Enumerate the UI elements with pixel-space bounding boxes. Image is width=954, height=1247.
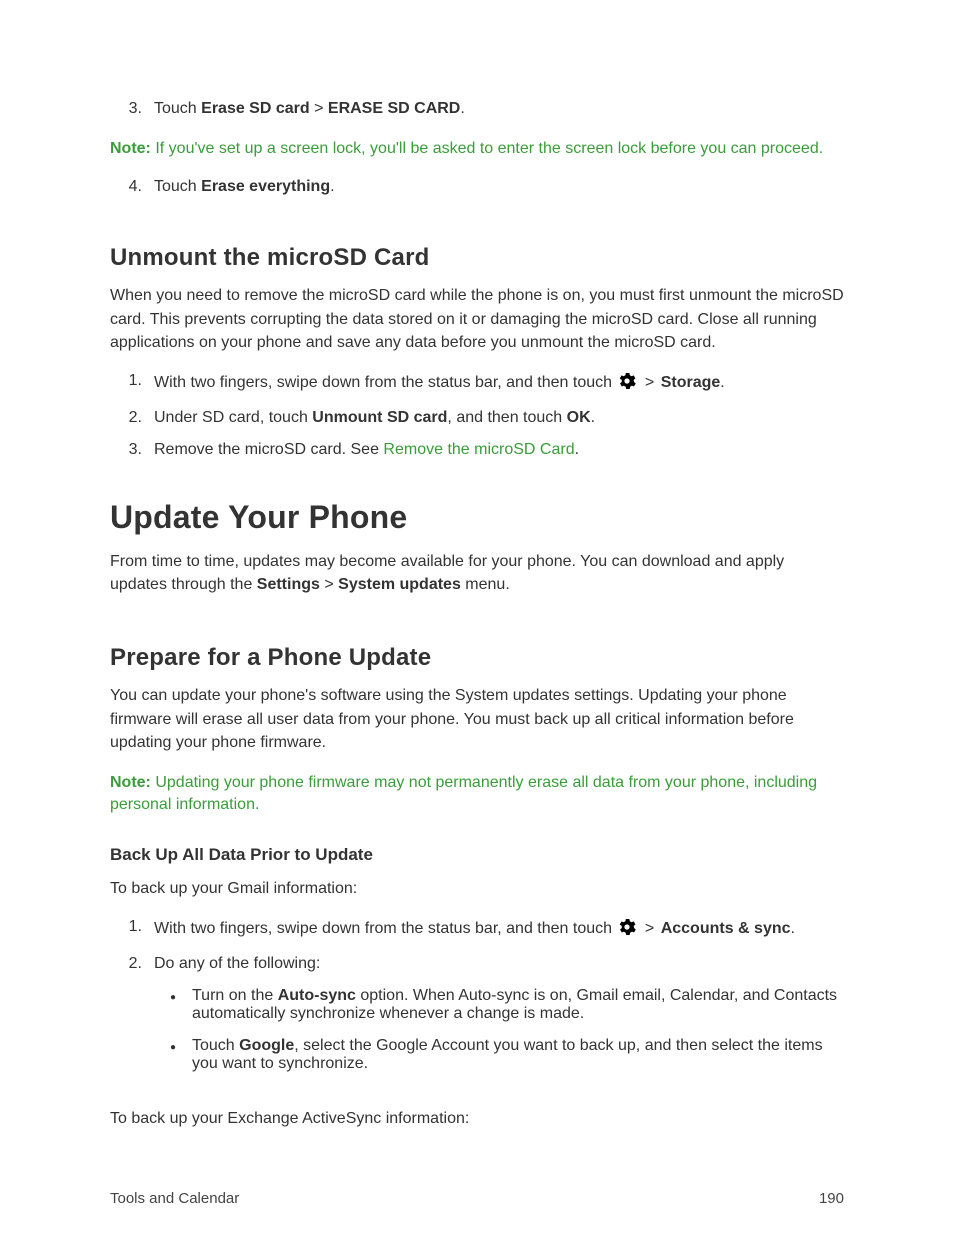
note-label: Note: (110, 140, 151, 157)
list-content: Touch Erase SD card > ERASE SD CARD. (154, 100, 844, 118)
backup-step-1: 1. With two fingers, swipe down from the… (110, 918, 844, 941)
text: With two fingers, swipe down from the st… (154, 920, 616, 937)
text: > (638, 920, 660, 937)
text-bold: Settings (257, 576, 320, 593)
paragraph: When you need to remove the microSD card… (110, 284, 844, 354)
footer-section: Tools and Calendar (110, 1190, 239, 1207)
backup-step-2: 2. Do any of the following: ● Turn on th… (110, 955, 844, 1087)
list-content: With two fingers, swipe down from the st… (154, 372, 844, 395)
list-content: Under SD card, touch Unmount SD card, an… (154, 409, 844, 427)
unmount-step-3: 3. Remove the microSD card. See Remove t… (110, 441, 844, 459)
heading-update-phone: Update Your Phone (110, 499, 844, 536)
text: Touch (192, 1037, 239, 1054)
text: . (330, 178, 334, 195)
text-bold: Auto-sync (278, 987, 356, 1004)
sub-item-autosync: ● Turn on the Auto-sync option. When Aut… (154, 987, 844, 1023)
note-label: Note: (110, 774, 151, 791)
list-content: Touch Erase everything. (154, 178, 844, 196)
list-marker: 2. (110, 409, 154, 427)
step-4: 4. Touch Erase everything. (110, 178, 844, 196)
list-marker: 1. (110, 372, 154, 395)
list-marker: 3. (110, 100, 154, 118)
note: Note: If you've set up a screen lock, yo… (110, 138, 844, 160)
text-bold: ERASE SD CARD (328, 100, 460, 117)
step-3: 3. Touch Erase SD card > ERASE SD CARD. (110, 100, 844, 118)
paragraph: From time to time, updates may become av… (110, 550, 844, 596)
list-marker: 1. (110, 918, 154, 941)
text-bold: OK (567, 409, 591, 426)
paragraph: You can update your phone's software usi… (110, 684, 844, 754)
unmount-step-1: 1. With two fingers, swipe down from the… (110, 372, 844, 395)
list-marker: 2. (110, 955, 154, 1087)
sub-item-google: ● Touch Google, select the Google Accoun… (154, 1037, 844, 1073)
note-text: Updating your phone firmware may not per… (110, 774, 817, 813)
text: . (791, 920, 795, 937)
heading-prepare: Prepare for a Phone Update (110, 644, 844, 672)
page-number: 190 (819, 1190, 844, 1207)
bullet-marker: ● (154, 987, 192, 1023)
gear-icon (618, 372, 636, 395)
heading-backup: Back Up All Data Prior to Update (110, 845, 844, 865)
list-content: Remove the microSD card. See Remove the … (154, 441, 844, 459)
text-bold: Erase everything (201, 178, 330, 195)
text-bold: Accounts & sync (661, 920, 791, 937)
note-text: If you've set up a screen lock, you'll b… (151, 140, 823, 157)
list-content: Turn on the Auto-sync option. When Auto-… (192, 987, 844, 1023)
bullet-marker: ● (154, 1037, 192, 1073)
link-remove-microsd[interactable]: Remove the microSD Card (383, 441, 574, 458)
text: . (591, 409, 595, 426)
text: . (575, 441, 579, 458)
text: . (460, 100, 464, 117)
text-bold: Storage (661, 374, 721, 391)
text: . (720, 374, 724, 391)
text-bold: Google (239, 1037, 294, 1054)
note: Note: Updating your phone firmware may n… (110, 772, 844, 817)
text: Touch (154, 100, 201, 117)
text: menu. (461, 576, 510, 593)
text: Turn on the (192, 987, 278, 1004)
text: Do any of the following: (154, 955, 320, 972)
list-content: Touch Google, select the Google Account … (192, 1037, 844, 1073)
paragraph: To back up your Gmail information: (110, 877, 844, 900)
list-content: Do any of the following: ● Turn on the A… (154, 955, 844, 1087)
text-bold: System updates (338, 576, 461, 593)
text: Under SD card, touch (154, 409, 312, 426)
text: > (638, 374, 660, 391)
text: With two fingers, swipe down from the st… (154, 374, 616, 391)
list-marker: 3. (110, 441, 154, 459)
list-marker: 4. (110, 178, 154, 196)
text: Remove the microSD card. See (154, 441, 383, 458)
text: , and then touch (447, 409, 566, 426)
paragraph: To back up your Exchange ActiveSync info… (110, 1107, 844, 1130)
footer: Tools and Calendar 190 (110, 1190, 844, 1207)
heading-unmount: Unmount the microSD Card (110, 244, 844, 272)
text: Touch (154, 178, 201, 195)
text-bold: Erase SD card (201, 100, 310, 117)
unmount-step-2: 2. Under SD card, touch Unmount SD card,… (110, 409, 844, 427)
text: > (320, 576, 338, 593)
list-content: With two fingers, swipe down from the st… (154, 918, 844, 941)
text-bold: Unmount SD card (312, 409, 447, 426)
text: > (310, 100, 328, 117)
gear-icon (618, 918, 636, 941)
